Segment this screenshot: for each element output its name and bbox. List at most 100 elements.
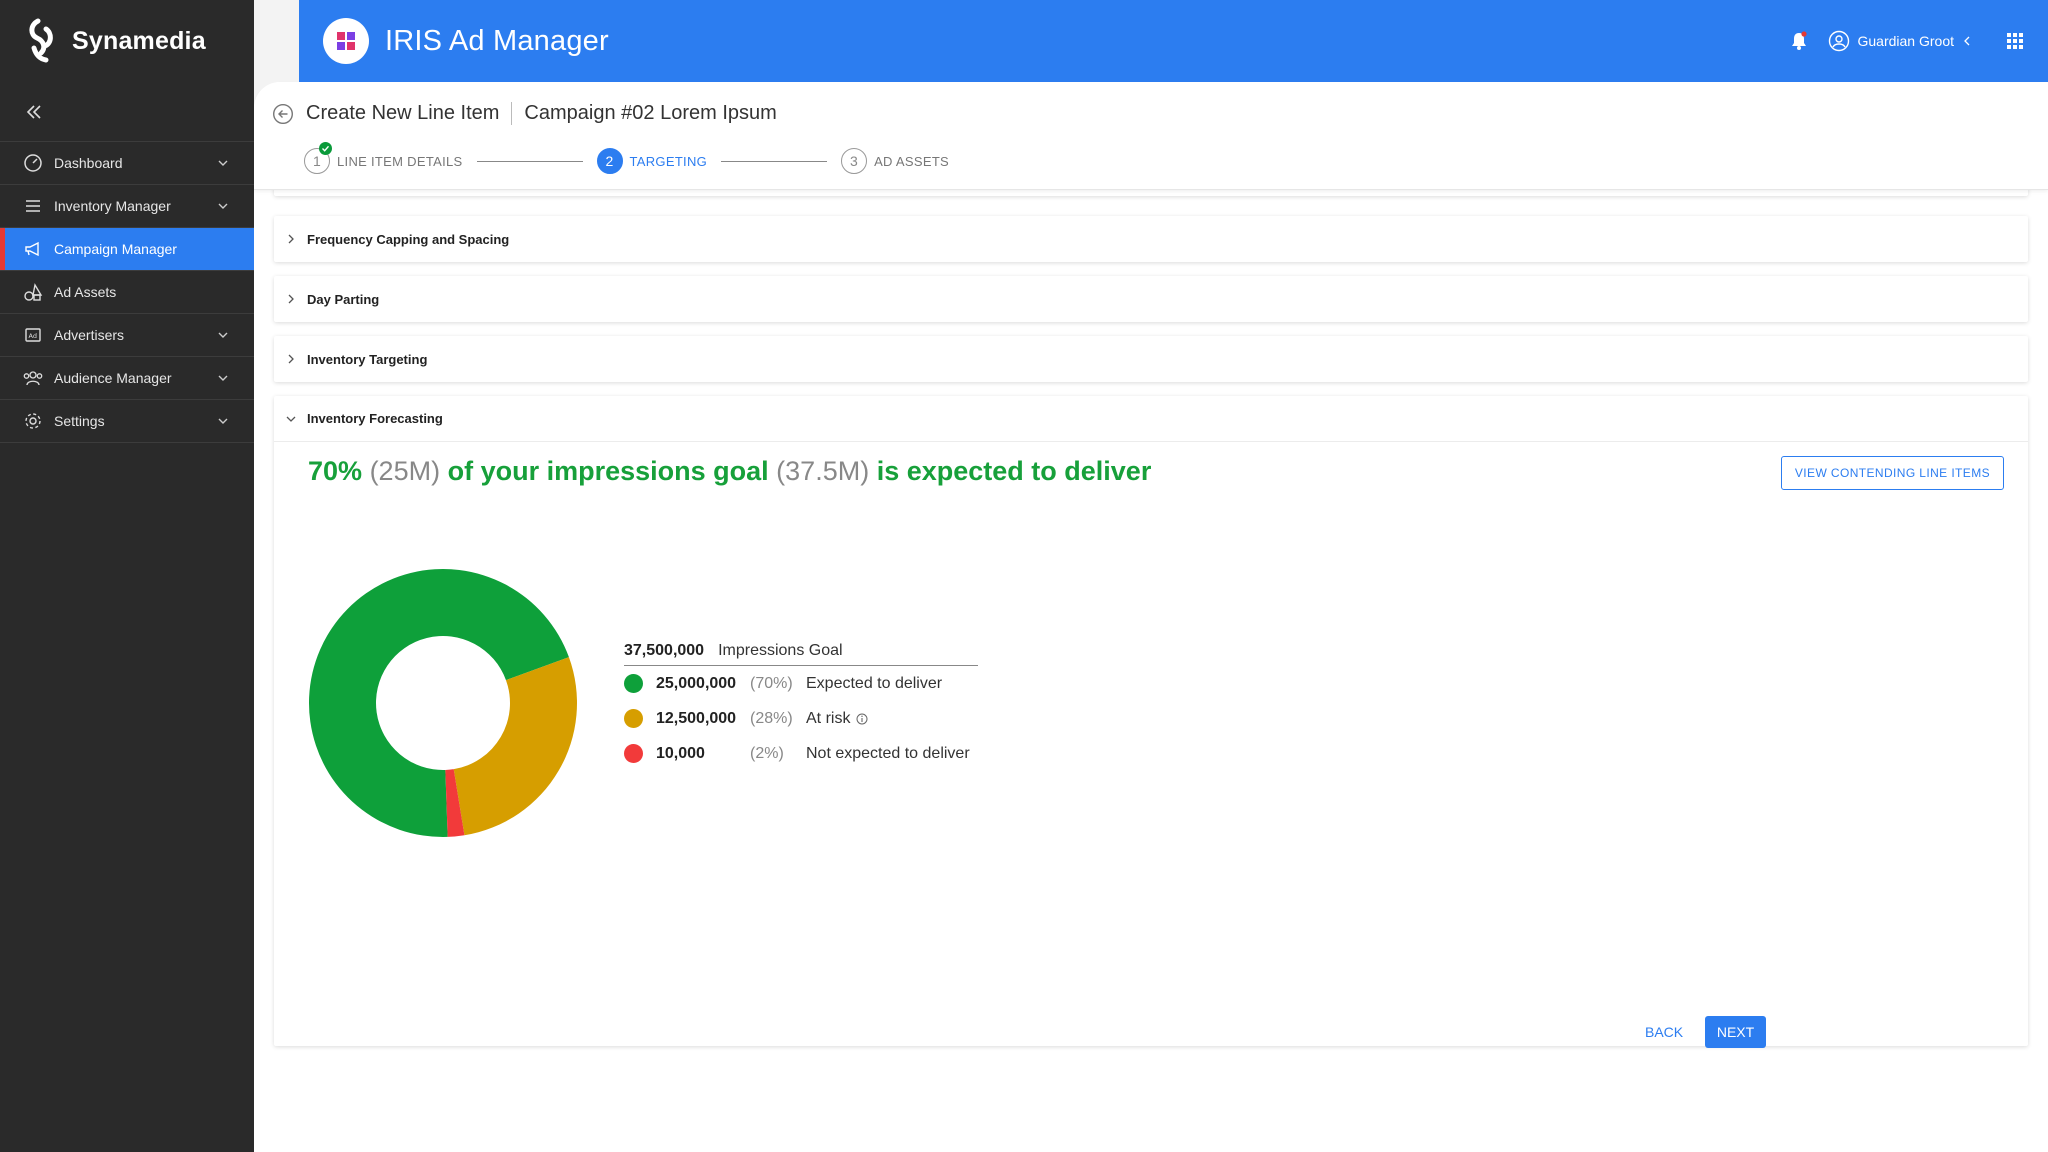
accordion-header[interactable]: Inventory Targeting <box>274 336 2028 382</box>
accordion-inventory-forecasting: Inventory Forecasting 70% (25M) of your … <box>274 396 2028 1046</box>
forecast-goal: (37.5M) <box>776 456 870 486</box>
sidebar-item-audience-manager[interactable]: Audience Manager <box>0 357 254 400</box>
svg-text:Ad: Ad <box>29 332 37 340</box>
app-header: IRIS Ad Manager Guardian Groot <box>299 0 2048 82</box>
accordion-day-parting[interactable]: Day Parting <box>274 276 2028 322</box>
forecast-headline: 70% (25M) of your impressions goal (37.5… <box>308 456 1151 487</box>
legend-dot <box>624 744 643 763</box>
chevron-right-icon <box>288 354 294 364</box>
accordion-header[interactable]: Inventory Forecasting <box>274 396 2028 442</box>
info-icon[interactable] <box>856 713 868 725</box>
sidebar-item-inventory-manager[interactable]: Inventory Manager <box>0 185 254 228</box>
legend-dot <box>624 709 643 728</box>
step-number: 2 <box>596 148 623 174</box>
sidebar: Synamedia Dashboard Inventory Manager Ca… <box>0 0 254 1152</box>
goal-label: Impressions Goal <box>718 641 843 659</box>
accordion-title: Inventory Forecasting <box>307 411 443 426</box>
step-targeting[interactable]: 2 TARGETING <box>596 148 708 174</box>
header-actions: Guardian Groot <box>1790 0 2025 82</box>
next-button[interactable]: NEXT <box>1705 1016 1766 1048</box>
breadcrumb: Create New Line Item Campaign #02 Lorem … <box>272 102 777 125</box>
step-ad-assets[interactable]: 3 AD ASSETS <box>841 148 949 174</box>
list-icon <box>22 195 44 217</box>
legend-label: Expected to deliver <box>806 675 942 693</box>
forecast-amount: (25M) <box>369 456 441 486</box>
notification-bell-icon[interactable] <box>1790 31 1808 51</box>
chevron-right-icon <box>288 234 294 244</box>
sidebar-item-label: Audience Manager <box>54 370 172 386</box>
chevron-down-icon <box>218 332 228 338</box>
accordion-header[interactable]: Day Parting <box>274 276 2028 322</box>
sidebar-item-label: Campaign Manager <box>54 241 177 257</box>
forecast-donut-chart <box>309 569 577 837</box>
legend-dot <box>624 674 643 693</box>
content-scroll-area: Frequency Capping and Spacing Day Partin… <box>254 176 2048 1152</box>
step-line-item-details[interactable]: 1 LINE ITEM DETAILS <box>304 142 463 174</box>
gauge-icon <box>22 152 44 174</box>
check-icon <box>319 142 332 155</box>
legend-row-at-risk: 12,500,000 (28%) At risk <box>624 701 978 736</box>
sidebar-item-label: Advertisers <box>54 327 125 343</box>
user-menu[interactable]: Guardian Groot <box>1828 30 1973 52</box>
view-contending-line-items-button[interactable]: VIEW CONTENDING LINE ITEMS <box>1780 456 2004 490</box>
sidebar-item-dashboard[interactable]: Dashboard <box>0 142 254 185</box>
sidebar-item-label: Ad Assets <box>54 284 117 300</box>
donut-slice-at-risk <box>453 657 577 836</box>
brand-name: Synamedia <box>72 26 206 55</box>
goal-value: 37,500,000 <box>624 641 705 659</box>
user-name: Guardian Groot <box>1857 33 1955 49</box>
forecast-text-mid: of your impressions goal <box>447 456 769 486</box>
chevron-right-icon <box>288 294 294 304</box>
chevron-down-icon <box>218 160 228 166</box>
double-chevron-left-icon <box>26 104 41 119</box>
forecast-text-end: is expected to deliver <box>876 456 1152 486</box>
main-panel: Create New Line Item Campaign #02 Lorem … <box>254 82 2048 1152</box>
legend-percent: (28%) <box>750 709 793 727</box>
sidebar-item-label: Dashboard <box>54 155 123 171</box>
legend-label-text: Not expected to deliver <box>806 744 970 762</box>
stepper: 1 LINE ITEM DETAILS 2 TARGETING 3 AD ASS… <box>304 142 949 174</box>
accordion-inventory-targeting[interactable]: Inventory Targeting <box>274 336 2028 382</box>
accordion-title: Frequency Capping and Spacing <box>307 231 510 247</box>
iris-logo-icon <box>323 18 369 64</box>
app-grid-icon[interactable] <box>2006 32 2024 50</box>
megaphone-icon <box>22 238 44 260</box>
campaign-name: Campaign #02 Lorem Ipsum <box>524 102 777 124</box>
legend-label: At risk <box>806 710 868 728</box>
legend-value: 10,000 <box>656 744 705 762</box>
chevron-down-icon <box>218 375 228 381</box>
sidebar-item-ad-assets[interactable]: Ad Assets <box>0 271 254 314</box>
sidebar-item-settings[interactable]: Settings <box>0 400 254 443</box>
collapse-sidebar-button[interactable] <box>0 82 254 142</box>
legend-value: 12,500,000 <box>656 709 737 727</box>
people-icon <box>22 367 44 389</box>
forecast-percent: 70% <box>308 456 363 486</box>
accordion-header[interactable]: Frequency Capping and Spacing <box>274 216 2028 262</box>
legend-row-expected: 25,000,000 (70%) Expected to deliver <box>624 666 978 701</box>
step-label: TARGETING <box>629 153 708 169</box>
chevron-left-icon <box>1964 36 1970 46</box>
sidebar-item-advertisers[interactable]: Ad Advertisers <box>0 314 254 357</box>
forecast-legend: 37,500,000 Impressions Goal 25,000,000 (… <box>624 636 978 771</box>
legend-goal-row: 37,500,000 Impressions Goal <box>624 636 978 666</box>
legend-row-not-expected: 10,000 (2%) Not expected to deliver <box>624 736 978 771</box>
back-button[interactable]: BACK <box>1637 1016 1691 1048</box>
page-title: Create New Line Item <box>306 102 513 125</box>
legend-label-text: At risk <box>806 709 851 727</box>
sidebar-item-label: Settings <box>54 413 105 429</box>
step-label: AD ASSETS <box>874 153 950 169</box>
chevron-down-icon <box>286 416 296 422</box>
gear-icon <box>22 410 44 432</box>
step-number: 3 <box>841 148 868 174</box>
chevron-down-icon <box>218 418 228 424</box>
brand: Synamedia <box>0 0 254 82</box>
accordion-frequency-capping[interactable]: Frequency Capping and Spacing <box>274 216 2028 262</box>
user-avatar-icon <box>1828 30 1849 52</box>
sidebar-item-campaign-manager[interactable]: Campaign Manager <box>0 228 254 271</box>
page-header: Create New Line Item Campaign #02 Lorem … <box>254 82 2048 190</box>
step-connector <box>721 160 828 162</box>
step-connector <box>476 160 583 162</box>
accordion-title: Day Parting <box>307 291 380 307</box>
back-arrow-icon[interactable] <box>272 103 294 125</box>
accordion-title: Inventory Targeting <box>307 351 428 367</box>
